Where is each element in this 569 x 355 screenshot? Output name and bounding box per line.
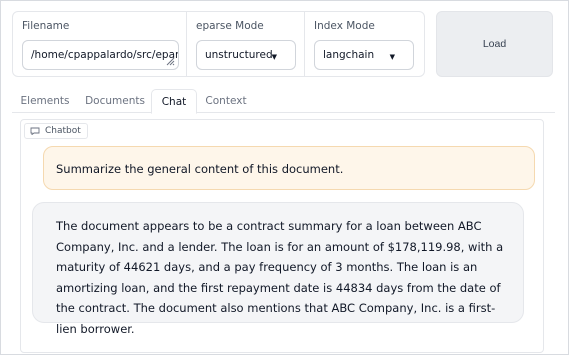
- user-message: Summarize the general content of this do…: [43, 146, 535, 190]
- chat-bubble-icon: [30, 127, 40, 135]
- index-mode-label: Index Mode: [314, 20, 375, 32]
- tab-elements[interactable]: Elements: [12, 89, 78, 114]
- load-button[interactable]: Load: [436, 11, 553, 77]
- index-mode-value: langchain: [323, 49, 375, 61]
- index-mode-panel: Index Mode langchain ▼: [305, 11, 425, 77]
- tab-bar: Elements Documents Chat Context: [12, 89, 555, 114]
- chatbot-label-badge: Chatbot: [24, 123, 88, 139]
- resize-handle-icon[interactable]: [166, 57, 175, 66]
- assistant-message: The document appears to be a contract su…: [32, 202, 524, 336]
- index-mode-dropdown[interactable]: langchain ▼: [314, 40, 414, 70]
- tab-documents[interactable]: Documents: [80, 89, 150, 114]
- filename-value: /home/cpappalardo/src/eparse/tests: [31, 49, 179, 61]
- chevron-down-icon: ▼: [389, 53, 395, 61]
- eparse-mode-label: eparse Mode: [196, 20, 264, 32]
- filename-input[interactable]: /home/cpappalardo/src/eparse/tests: [22, 40, 179, 70]
- chatbot-panel: Chatbot Summarize the general content of…: [20, 119, 544, 353]
- tab-context[interactable]: Context: [198, 89, 254, 114]
- eparse-mode-value: unstructured: [205, 49, 273, 61]
- eparse-mode-panel: eparse Mode unstructured ▼: [187, 11, 305, 77]
- filename-label: Filename: [22, 20, 70, 32]
- tab-chat[interactable]: Chat: [151, 89, 197, 114]
- chevron-down-icon: ▼: [271, 53, 277, 61]
- eparse-mode-dropdown[interactable]: unstructured ▼: [196, 40, 296, 70]
- chatbot-label: Chatbot: [45, 126, 81, 136]
- filename-panel: Filename /home/cpappalardo/src/eparse/te…: [12, 11, 187, 77]
- app-window: Filename /home/cpappalardo/src/eparse/te…: [0, 0, 569, 355]
